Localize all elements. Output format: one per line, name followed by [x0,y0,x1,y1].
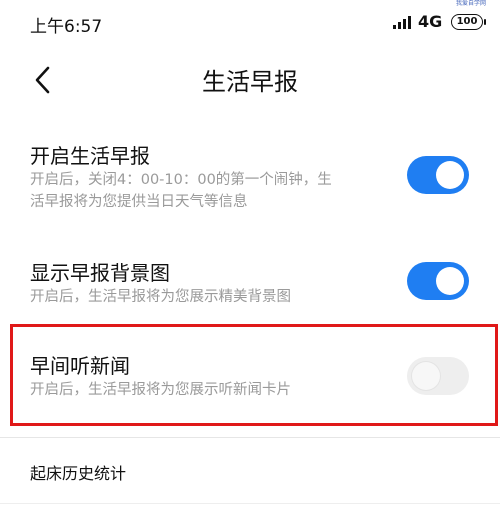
toggle-knob [436,267,464,295]
setting-description-line: 开启后，生活早报将为您展示听新闻卡片 [30,382,291,398]
history-stats-label: 起床历史统计 [30,464,127,483]
screen: 上午6:57 4G 100 我爱自学网 生活早报 开启生活早报 开启后，关闭4：… [0,0,500,507]
network-type-label: 4G [418,12,443,31]
battery-icon: 100 [451,14,486,30]
setting-title: 显示早报背景图 [30,261,170,285]
watermark-logo: 我爱自学网 [456,0,487,7]
status-bar: 上午6:57 4G 100 我爱自学网 [0,0,500,44]
toggle-knob [412,362,440,390]
back-button[interactable] [28,62,58,98]
setting-description-line: 开启后，生活早报将为您展示精美背景图 [30,289,291,305]
setting-title: 早间听新闻 [30,354,130,378]
page-title: 生活早报 [202,68,298,96]
setting-description-line: 活早报将为您提供当日天气等信息 [30,194,248,210]
history-stats-item[interactable]: 起床历史统计 [0,450,500,494]
divider [0,503,500,504]
setting-row-show-background: 显示早报背景图 开启后，生活早报将为您展示精美背景图 [0,257,500,317]
setting-description: 开启后，关闭4：00-10：00的第一个闹钟，生 活早报将为您提供当日天气等信息 [30,169,390,213]
chevron-left-icon [35,66,50,94]
setting-row-morning-news: 早间听新闻 开启后，生活早报将为您展示听新闻卡片 [0,350,500,410]
divider [0,437,500,438]
signal-icon [393,15,413,29]
setting-row-enable-morning-report: 开启生活早报 开启后，关闭4：00-10：00的第一个闹钟，生 活早报将为您提供… [0,140,500,220]
toggle-show-background[interactable] [407,262,469,300]
setting-description: 开启后，生活早报将为您展示听新闻卡片 [30,379,390,401]
toggle-enable-morning-report[interactable] [407,156,469,194]
status-time: 上午6:57 [30,17,103,37]
setting-description: 开启后，生活早报将为您展示精美背景图 [30,286,390,308]
toggle-morning-news[interactable] [407,357,469,395]
toggle-knob [436,161,464,189]
setting-description-line: 开启后，关闭4：00-10：00的第一个闹钟，生 [30,172,332,188]
setting-title: 开启生活早报 [30,144,150,168]
